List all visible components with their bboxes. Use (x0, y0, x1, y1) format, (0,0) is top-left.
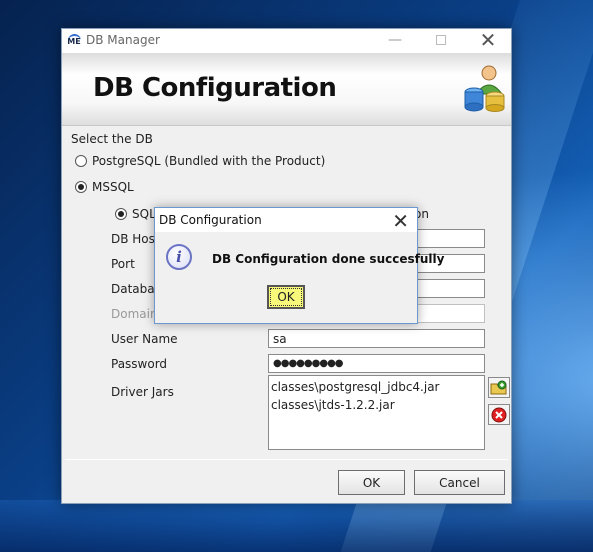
maximize-icon (436, 35, 446, 45)
remove-icon (491, 407, 507, 422)
sql-auth-radio[interactable] (115, 208, 127, 220)
mssql-radio-option[interactable]: MSSQL (75, 180, 134, 194)
app-logo-icon: ME (65, 33, 83, 49)
domain-label: Domain (111, 307, 158, 321)
add-jar-button[interactable] (488, 377, 510, 398)
password-label: Password (111, 357, 168, 371)
window-title: DB Manager (86, 33, 160, 47)
title-bar[interactable]: ME DB Manager — ✕ (62, 29, 511, 53)
info-icon: i (166, 244, 192, 270)
list-item[interactable]: classes\postgresql_jdbc4.jar (271, 378, 482, 396)
divider (65, 459, 508, 460)
port-label: Port (111, 257, 135, 271)
user-name-label: User Name (111, 332, 178, 346)
wallpaper-floor (0, 500, 593, 552)
database-user-icon (464, 65, 505, 112)
dialog-message: DB Configuration done succesfully (212, 252, 445, 266)
mssql-radio-label: MSSQL (92, 180, 134, 194)
password-input[interactable]: ●●●●●●●●● (268, 354, 485, 373)
header-banner: DB Configuration (62, 53, 511, 126)
dialog-title-bar[interactable]: DB Configuration ✕ (155, 208, 417, 233)
dialog-title: DB Configuration (159, 213, 262, 227)
postgres-radio[interactable] (75, 155, 87, 167)
dialog-ok-button[interactable]: OK (267, 285, 305, 309)
postgres-radio-label: PostgreSQL (Bundled with the Product) (92, 154, 326, 168)
driver-jars-list[interactable]: classes\postgresql_jdbc4.jar classes\jtd… (268, 375, 485, 450)
close-button[interactable]: ✕ (465, 29, 511, 53)
db-host-label: DB Host (111, 232, 160, 246)
add-folder-icon (490, 380, 507, 394)
mssql-radio[interactable] (75, 181, 87, 193)
list-item[interactable]: classes\jtds-1.2.2.jar (271, 396, 482, 414)
maximize-button[interactable] (418, 29, 464, 53)
sql-auth-radio-label: SQL (132, 207, 156, 221)
postgres-radio-option[interactable]: PostgreSQL (Bundled with the Product) (75, 154, 325, 168)
ok-button[interactable]: OK (338, 470, 405, 495)
cancel-button[interactable]: Cancel (414, 470, 505, 495)
page-title: DB Configuration (93, 73, 337, 103)
user-name-input[interactable]: sa (268, 329, 485, 348)
minimize-button[interactable]: — (372, 29, 418, 53)
dialog-close-button[interactable]: ✕ (392, 209, 409, 233)
remove-jar-button[interactable] (488, 404, 510, 425)
confirmation-dialog: DB Configuration ✕ i DB Configuration do… (154, 207, 444, 324)
select-db-label: Select the DB (71, 132, 153, 146)
driver-jars-label: Driver Jars (111, 385, 174, 399)
sql-auth-radio-option[interactable]: SQL (115, 207, 156, 221)
